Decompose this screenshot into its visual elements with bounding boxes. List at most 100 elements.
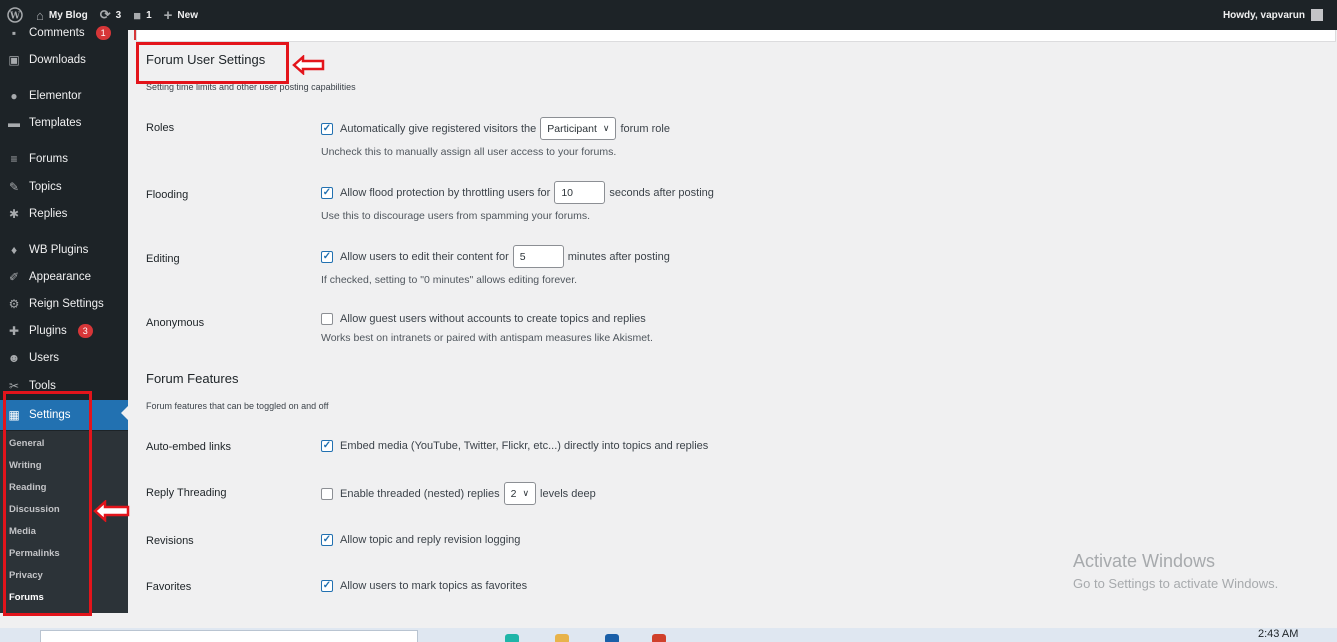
browser-icon[interactable] xyxy=(652,634,666,642)
favorites-checkbox[interactable]: ✓ xyxy=(321,580,333,592)
auto-embed-checkbox[interactable]: ✓ xyxy=(321,440,333,452)
auto-embed-text: Embed media (YouTube, Twitter, Flickr, e… xyxy=(340,440,709,452)
threading-field: Enable threaded (nested) replies 2 ∨ lev… xyxy=(321,482,596,505)
comments-link[interactable]: ■ 1 xyxy=(127,0,157,30)
app-icon[interactable] xyxy=(605,634,619,642)
clock-time: 2:43 AM xyxy=(1258,628,1299,640)
roles-select[interactable]: Participant ∨ xyxy=(540,117,617,140)
taskbar-search-input[interactable] xyxy=(40,630,418,642)
auto-embed-label: Auto-embed links xyxy=(146,441,231,453)
sidebar-item-comments[interactable]: ▪ Comments 1 xyxy=(0,20,128,46)
chevron-down-icon: ∨ xyxy=(522,488,530,498)
editing-checkbox[interactable]: ✓ xyxy=(321,250,333,263)
checkmark-icon: ✓ xyxy=(322,250,332,262)
site-name: My Blog xyxy=(48,9,88,21)
sidebar-item-topics[interactable]: ✎ Topics xyxy=(0,174,128,200)
sidebar-item-wb-plugins[interactable]: ♦ WB Plugins xyxy=(0,237,128,263)
sidebar-item-label: Plugins xyxy=(29,325,67,337)
features-description: Forum features that can be toggled on an… xyxy=(146,401,329,411)
chevron-down-icon: ∨ xyxy=(602,123,610,133)
flooding-field: ✓ Allow flood protection by throttling u… xyxy=(321,181,714,204)
flooding-description: Use this to discourage users from spammi… xyxy=(321,210,591,222)
sidebar-item-users[interactable]: ☻ Users xyxy=(0,345,128,371)
features-title: Forum Features xyxy=(146,371,239,386)
updates-count: 3 xyxy=(115,9,122,21)
avatar xyxy=(1311,9,1323,21)
editing-label: Editing xyxy=(146,253,180,265)
anonymous-field: Allow guest users without accounts to cr… xyxy=(321,313,646,325)
windows-taskbar: 2:43 AM xyxy=(0,628,1337,642)
lightbulb-icon: ♦ xyxy=(10,243,18,257)
comments-badge: 1 xyxy=(95,26,111,40)
activate-windows-watermark: Activate Windows Go to Settings to activ… xyxy=(1073,551,1278,591)
topics-icon: ✎ xyxy=(8,180,20,194)
brush-icon: ✐ xyxy=(8,270,20,284)
roles-description: Uncheck this to manually assign all user… xyxy=(321,146,617,158)
account-menu[interactable]: Howdy, vapvarun xyxy=(1217,0,1337,30)
annotation-arrow-icon xyxy=(292,55,325,75)
sidebar-item-templates[interactable]: ▬ Templates xyxy=(0,110,128,136)
settings-content: Forum User Settings Setting time limits … xyxy=(128,30,1337,613)
flooding-checkbox[interactable]: ✓ xyxy=(321,186,333,199)
checkmark-icon: ✓ xyxy=(322,440,332,451)
revisions-text: Allow topic and reply revision logging xyxy=(340,534,521,546)
flooding-text-before: Allow flood protection by throttling use… xyxy=(340,186,551,199)
editing-minutes-input[interactable]: 5 xyxy=(512,245,564,268)
flooding-seconds-input[interactable]: 10 xyxy=(554,181,606,204)
sidebar-item-appearance[interactable]: ✐ Appearance xyxy=(0,264,128,290)
threading-depth-select[interactable]: 2 ∨ xyxy=(503,482,537,505)
sidebar-item-label: Appearance xyxy=(29,271,92,283)
roles-text-after: forum role xyxy=(620,122,670,135)
activate-windows-subtitle: Go to Settings to activate Windows. xyxy=(1073,576,1279,591)
revisions-field: ✓ Allow topic and reply revision logging xyxy=(321,534,520,546)
activate-windows-title: Activate Windows xyxy=(1073,551,1216,571)
plus-icon: + xyxy=(163,6,173,24)
sidebar-item-reign-settings[interactable]: ⚙ Reign Settings xyxy=(0,291,128,317)
folder-icon[interactable] xyxy=(555,634,569,642)
auto-embed-field: ✓ Embed media (YouTube, Twitter, Flickr,… xyxy=(321,440,708,452)
roles-label: Roles xyxy=(146,122,175,134)
new-content-link[interactable]: + New xyxy=(158,0,204,30)
annotation-line xyxy=(134,30,136,40)
roles-checkbox[interactable]: ✓ xyxy=(321,122,333,135)
threading-select-value: 2 xyxy=(510,487,517,500)
roles-select-value: Participant xyxy=(547,122,597,135)
checkmark-icon: ✓ xyxy=(322,580,332,591)
sidebar-item-label: Replies xyxy=(29,208,68,220)
plugin-icon: ✚ xyxy=(8,324,20,338)
sidebar-item-label: Reign Settings xyxy=(29,298,104,310)
revisions-checkbox[interactable]: ✓ xyxy=(321,534,333,546)
anonymous-label: Anonymous xyxy=(146,317,205,329)
sidebar-item-elementor[interactable]: ● Elementor xyxy=(0,83,128,109)
top-panel-edge xyxy=(136,30,1336,42)
gear-icon: ⚙ xyxy=(8,297,20,311)
plugins-badge: 3 xyxy=(77,324,93,338)
sidebar-item-label: Comments xyxy=(29,27,85,39)
folder-icon: ▬ xyxy=(8,116,20,130)
comment-icon: ■ xyxy=(133,7,142,23)
admin-bar: W ⌂ My Blog ⟳ 3 ■ 1 + New Howdy, vapvaru… xyxy=(0,0,1337,30)
sidebar-item-label: Forums xyxy=(29,153,68,165)
sidebar-item-label: Topics xyxy=(29,181,62,193)
sidebar-item-plugins[interactable]: ✚ Plugins 3 xyxy=(0,318,128,344)
sidebar-item-downloads[interactable]: ▣ Downloads xyxy=(0,47,128,73)
sidebar-item-forums[interactable]: ≡ Forums xyxy=(0,146,128,172)
favorites-text: Allow users to mark topics as favorites xyxy=(340,580,528,592)
annotation-box-settings xyxy=(3,391,92,616)
favorites-field: ✓ Allow users to mark topics as favorite… xyxy=(321,580,527,592)
user-icon: ☻ xyxy=(7,351,21,365)
app-icon[interactable] xyxy=(505,634,519,642)
comment-icon: ▪ xyxy=(11,26,17,40)
sidebar-item-replies[interactable]: ✱ Replies xyxy=(0,201,128,227)
anonymous-checkbox[interactable] xyxy=(321,313,333,325)
anonymous-text: Allow guest users without accounts to cr… xyxy=(340,313,646,325)
checkmark-icon: ✓ xyxy=(322,122,332,134)
annotation-box-title xyxy=(136,42,289,84)
editing-field: ✓ Allow users to edit their content for … xyxy=(321,245,670,268)
annotation-arrow-icon xyxy=(93,500,130,522)
sidebar-item-label: WB Plugins xyxy=(29,244,89,256)
threading-text-before: Enable threaded (nested) replies xyxy=(340,487,500,500)
threading-checkbox[interactable] xyxy=(321,487,333,500)
flooding-text-after: seconds after posting xyxy=(609,186,714,199)
elementor-icon: ● xyxy=(10,89,18,103)
